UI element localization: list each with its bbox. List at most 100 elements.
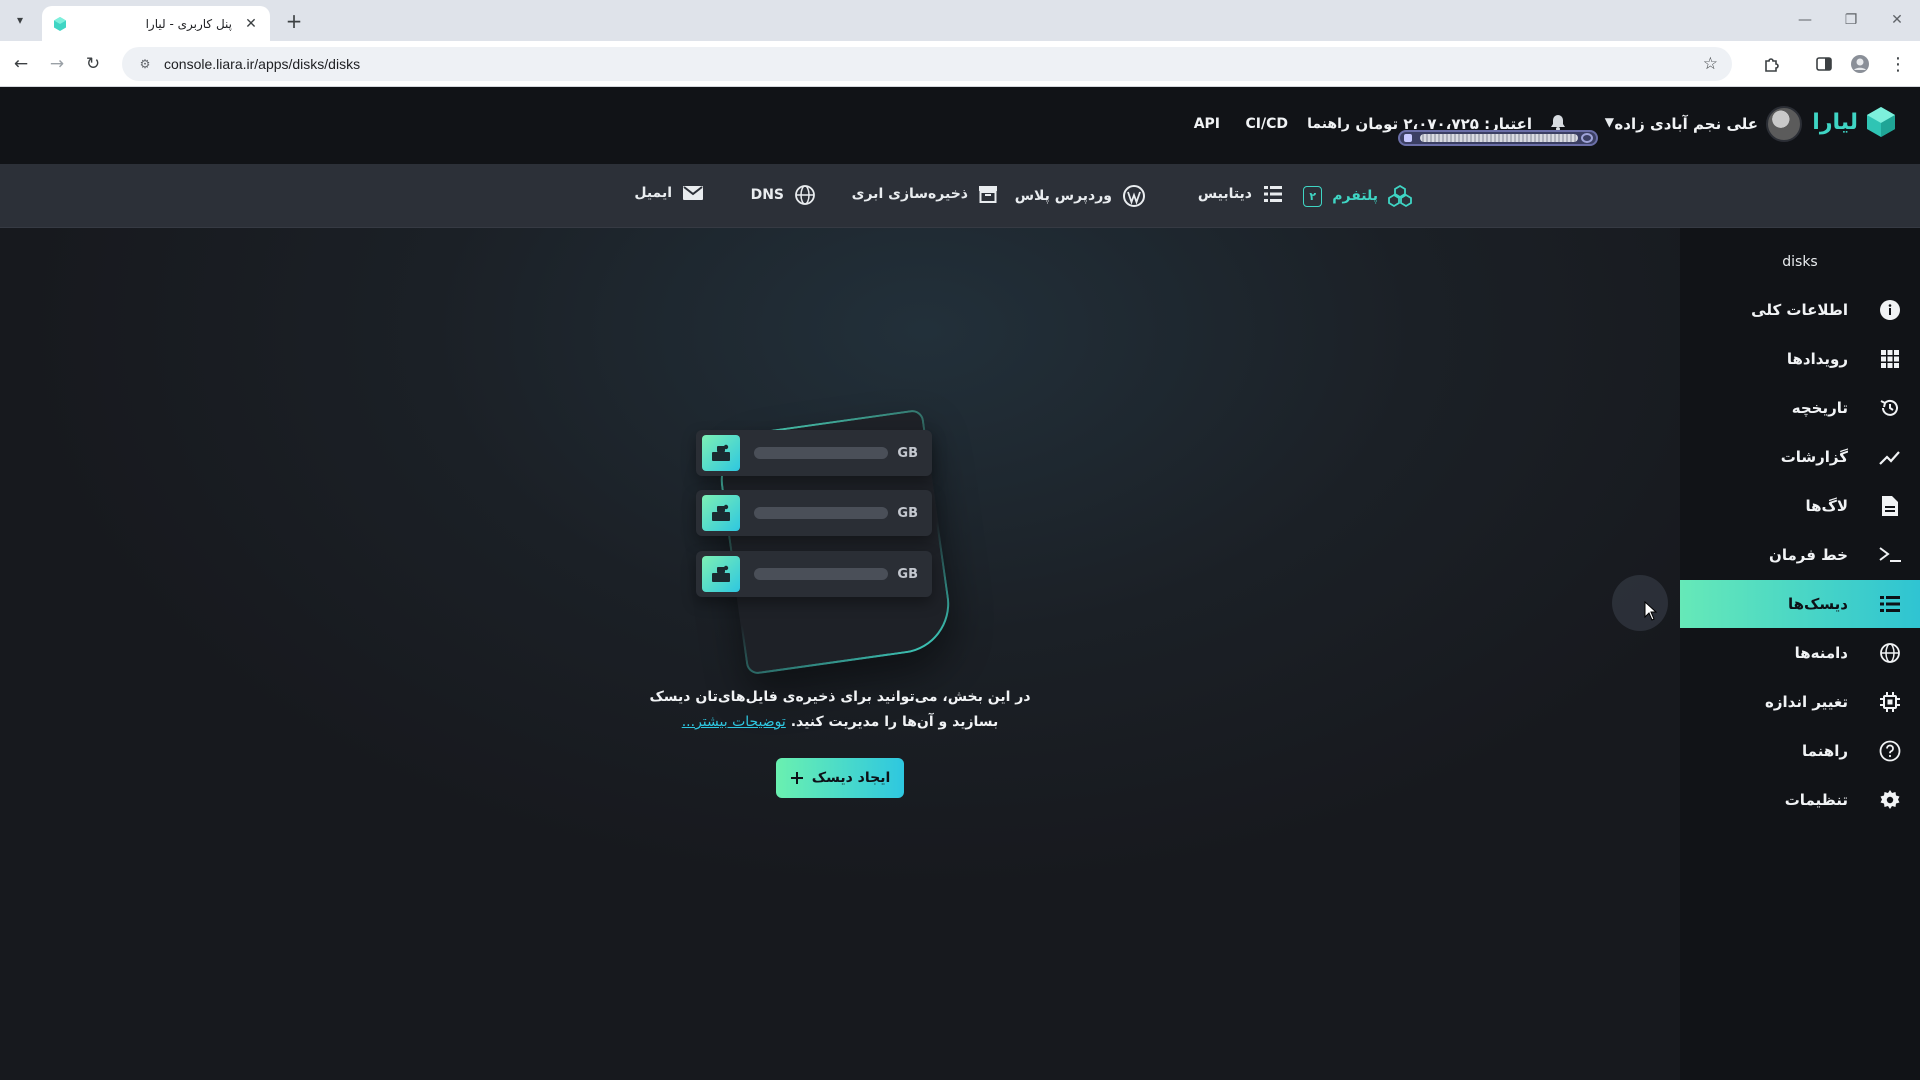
disk-usage-bar: [754, 507, 888, 519]
site-info-icon[interactable]: ⚙: [136, 55, 154, 73]
tab-title: پنل کاربری - لیارا: [145, 16, 232, 31]
grid-icon: [1876, 345, 1904, 373]
chart-line-icon: [1876, 443, 1904, 471]
main-content: GB GB GB در این بخش، می‌توانید برای ذخیر…: [0, 228, 1680, 1080]
extensions-icon[interactable]: [1760, 52, 1784, 76]
chevron-down-icon[interactable]: ▼: [1605, 115, 1614, 129]
sidebar-item-events[interactable]: رویدادها: [1680, 335, 1920, 383]
disk-usage-bar: [754, 568, 888, 580]
platform-icon: [1388, 184, 1412, 208]
sidebar-item-label: تغییر اندازه: [1765, 693, 1848, 711]
sidebar-item-settings[interactable]: تنظیمات: [1680, 776, 1920, 824]
empty-state-illustration: GB GB GB: [690, 408, 990, 676]
sidebar-item-label: دیسک‌ها: [1788, 595, 1848, 613]
favicon-icon: [54, 16, 66, 31]
disk-icon: [702, 495, 740, 531]
sidebar-item-label: دامنه‌ها: [1794, 644, 1848, 662]
topnav-database[interactable]: دیتابیس: [1198, 184, 1284, 204]
topnav-wordpress[interactable]: وردپرس پلاس: [1015, 184, 1146, 208]
plus-icon: [790, 772, 803, 784]
progress-right-knob: [1581, 133, 1593, 143]
back-icon[interactable]: ←: [8, 51, 34, 77]
learn-more-link[interactable]: توضیحات بیشتر...: [682, 714, 786, 730]
minimize-icon[interactable]: —: [1790, 8, 1820, 32]
sidebar-item-label: لاگ‌ها: [1805, 497, 1848, 515]
terminal-icon: [1876, 541, 1904, 569]
settings-icon: [1876, 786, 1904, 814]
database-icon: [1264, 186, 1282, 202]
topnav-email-label: ایمیل: [634, 185, 672, 201]
sidebar-item-label: اطلاعات کلی: [1751, 301, 1848, 319]
empty-text-line-2-text: بسازید و آن‌ها را مدیریت کنید.: [790, 714, 999, 730]
sidebar-item-console[interactable]: خط فرمان: [1680, 531, 1920, 579]
close-window-icon[interactable]: ✕: [1882, 8, 1912, 32]
topnav-platform-label: پلتفرم: [1332, 188, 1378, 204]
disk-usage-bar: [754, 447, 888, 459]
empty-text-line-2: بسازید و آن‌ها را مدیریت کنید. توضیحات ب…: [610, 710, 1070, 735]
restore-icon[interactable]: ❐: [1836, 8, 1866, 32]
topnav-dns-label: DNS: [750, 187, 784, 203]
close-icon[interactable]: ✕: [242, 15, 260, 33]
sidebar-item-reports[interactable]: گزارشات: [1680, 433, 1920, 481]
sidebar-item-logs[interactable]: لاگ‌ها: [1680, 482, 1920, 530]
topnav-platform[interactable]: پلتفرم ۲: [1303, 184, 1412, 208]
info-icon: [1876, 296, 1904, 324]
brand-logo[interactable]: لیارا: [1812, 105, 1898, 139]
browser-tab[interactable]: پنل کاربری - لیارا ✕: [42, 6, 270, 41]
sidebar-item-resize[interactable]: تغییر اندازه: [1680, 678, 1920, 726]
help-icon: [1876, 737, 1904, 765]
url-text[interactable]: console.liara.ir/apps/disks/disks: [164, 56, 360, 72]
progress-left-knob: [1404, 134, 1412, 142]
guide-link[interactable]: راهنما: [1307, 116, 1350, 132]
topnav-cloud-storage[interactable]: ذخیره‌سازی ابری: [852, 184, 998, 204]
empty-text-line-1: در این بخش، می‌توانید برای ذخیره‌ی فایل‌…: [649, 689, 1031, 705]
sidebar-item-overview[interactable]: اطلاعات کلی: [1680, 286, 1920, 334]
mail-icon: [683, 186, 703, 200]
profile-icon[interactable]: [1848, 52, 1872, 76]
sidebar-item-help[interactable]: راهنما: [1680, 727, 1920, 775]
disk-placeholder-row: GB: [696, 430, 932, 476]
star-icon[interactable]: ☆: [1703, 54, 1718, 74]
cicd-link[interactable]: CI/CD: [1246, 116, 1289, 132]
sidebar-item-disks[interactable]: دیسک‌ها: [1680, 580, 1920, 628]
disk-icon: [702, 435, 740, 471]
plus-icon[interactable]: +: [282, 9, 306, 33]
disk-placeholder-row: GB: [696, 490, 932, 536]
tab-list-icon[interactable]: ▾: [8, 8, 32, 32]
sidebar-item-history[interactable]: تاریخچه: [1680, 384, 1920, 432]
address-bar[interactable]: ⚙ console.liara.ir/apps/disks/disks ☆: [122, 47, 1732, 81]
browser-toolbar: ← → ↻ ⚙ console.liara.ir/apps/disks/disk…: [0, 41, 1920, 87]
sidebar-item-label: گزارشات: [1780, 448, 1848, 466]
sidebar-item-label: رویدادها: [1786, 350, 1848, 368]
side-panel-icon[interactable]: [1812, 52, 1836, 76]
globe-icon: [1876, 639, 1904, 667]
liara-cube-icon: [1867, 107, 1895, 137]
top-navigation: پلتفرم ۲ دیتابیس وردپرس پلاس ذخیره‌سازی …: [0, 164, 1920, 228]
disk-unit-label: GB: [897, 445, 918, 461]
topnav-database-label: دیتابیس: [1197, 186, 1252, 202]
count-badge: ۲: [1303, 185, 1323, 207]
sidebar-item-label: راهنما: [1802, 742, 1848, 760]
menu-icon[interactable]: ⋮: [1886, 52, 1910, 76]
sidebar-app-name: disks: [1782, 254, 1818, 270]
create-disk-button[interactable]: ایجاد دیسک: [776, 758, 904, 798]
wordpress-icon: [1123, 185, 1145, 207]
sidebar-item-domains[interactable]: دامنه‌ها: [1680, 629, 1920, 677]
brand-name: لیارا: [1812, 109, 1858, 135]
app-header: لیارا علی نجم آبادی زاده ▼ اعتبار: ۲،۰۷۰…: [0, 87, 1920, 164]
avatar[interactable]: [1766, 106, 1802, 142]
topnav-dns[interactable]: DNS: [751, 184, 816, 206]
empty-state-description: در این بخش، می‌توانید برای ذخیره‌ی فایل‌…: [610, 685, 1070, 735]
forward-icon[interactable]: →: [44, 51, 70, 77]
topnav-email[interactable]: ایمیل: [634, 184, 704, 202]
chip-icon: [1876, 688, 1904, 716]
history-icon: [1876, 394, 1904, 422]
disk-placeholder-row: GB: [696, 551, 932, 597]
reload-icon[interactable]: ↻: [80, 51, 106, 77]
bell-icon[interactable]: [1550, 113, 1566, 131]
api-link[interactable]: API: [1194, 116, 1220, 132]
user-name[interactable]: علی نجم آبادی زاده: [1614, 115, 1758, 133]
archive-icon: [979, 186, 997, 203]
disk-unit-label: GB: [897, 505, 918, 521]
sidebar: disks اطلاعات کلی رویدادها تاریخچه گزارش…: [1680, 228, 1920, 1080]
